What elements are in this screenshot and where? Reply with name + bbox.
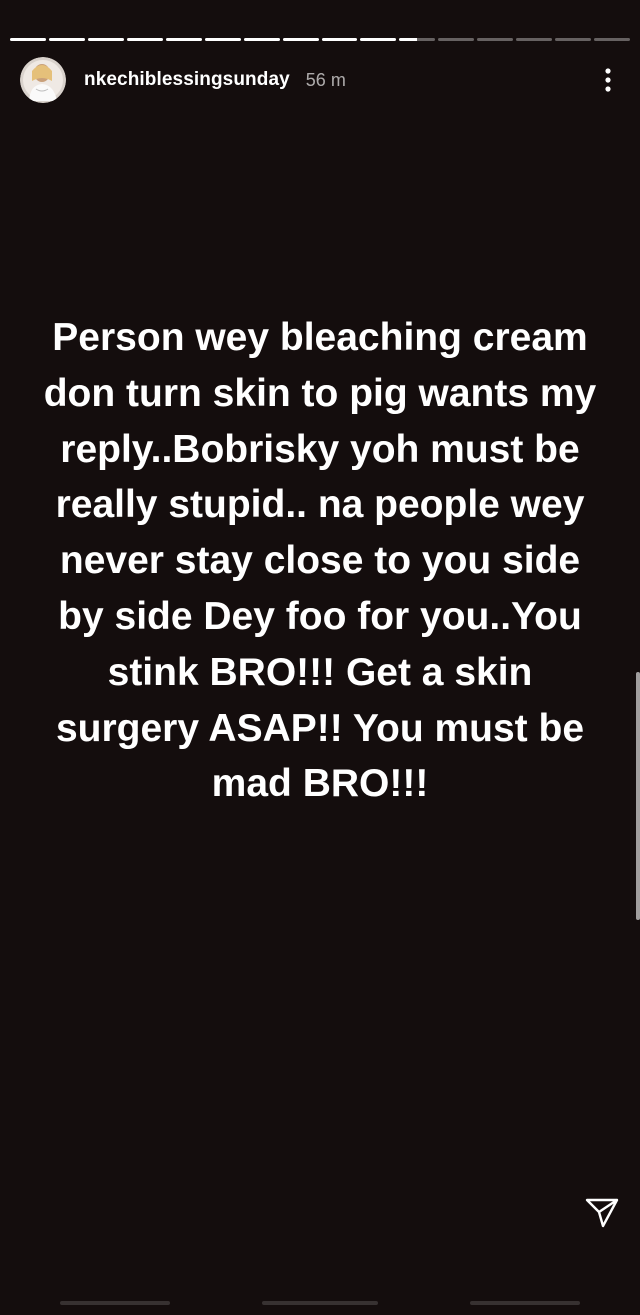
progress-segment [360,38,397,41]
nav-home[interactable] [262,1301,378,1305]
progress-segment [10,38,46,41]
system-nav-bar [0,1275,640,1315]
story-text: Person wey bleaching cream don turn skin… [43,316,597,806]
progress-segment [321,38,358,41]
progress-segment [516,38,553,41]
more-button[interactable] [596,64,620,96]
progress-segment [48,38,85,41]
username[interactable]: nkechiblessingsunday [84,69,290,91]
nav-back[interactable] [60,1301,170,1305]
progress-segment [204,38,241,41]
story-header: nkechiblessingsunday 56 m [20,56,620,104]
scroll-indicator [636,672,640,920]
profile-avatar-icon [20,57,66,103]
story-viewer[interactable]: nkechiblessingsunday 56 m Person wey ble… [0,0,640,1315]
story-progress-bar [10,38,630,41]
progress-segment [594,38,630,41]
avatar[interactable] [20,57,66,103]
progress-segment [438,38,475,41]
share-button[interactable] [584,1195,620,1231]
timestamp: 56 m [305,69,346,90]
progress-segment [399,38,436,41]
progress-segment [87,38,124,41]
more-vertical-icon [605,68,611,92]
nav-recents[interactable] [470,1301,580,1305]
send-icon [585,1198,619,1228]
progress-segment [126,38,163,41]
progress-segment [243,38,280,41]
progress-segment [282,38,319,41]
progress-segment [477,38,514,41]
progress-segment [165,38,202,41]
progress-segment [555,38,592,41]
